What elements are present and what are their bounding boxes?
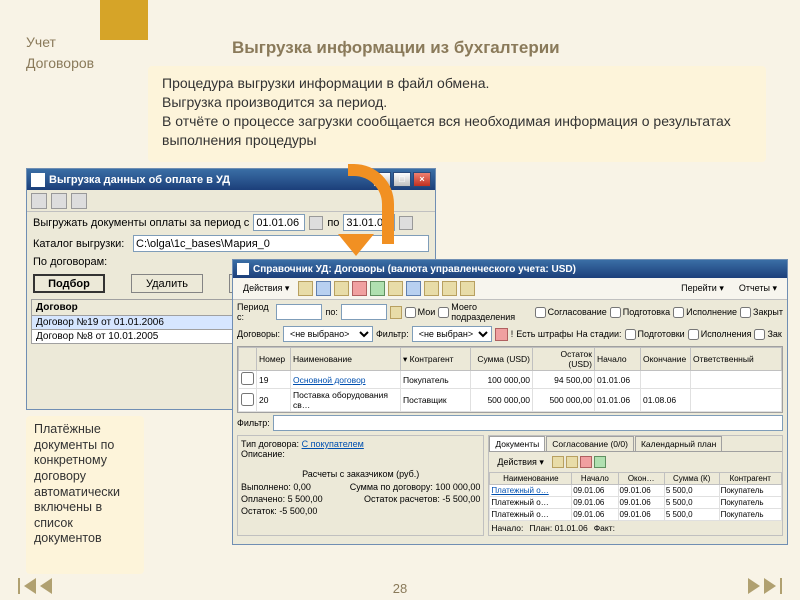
find-icon[interactable] bbox=[424, 281, 439, 296]
filter-select[interactable]: <не выбран> bbox=[412, 326, 492, 342]
prev-icon[interactable] bbox=[24, 578, 36, 594]
has-fines-label: Есть штрафы bbox=[516, 329, 573, 339]
status-fact: Факт: bbox=[594, 523, 615, 533]
chk-closed[interactable]: Закрыт bbox=[740, 307, 783, 318]
doc-actions-menu[interactable]: Действия ▾ bbox=[491, 453, 549, 471]
run-icon[interactable] bbox=[31, 193, 47, 209]
doc-row[interactable]: Платежный о…09.01.0609.01.065 500,0Покуп… bbox=[490, 509, 782, 521]
details-panel: Тип договора: С покупателем Описание: Ра… bbox=[237, 435, 484, 536]
row-checkbox[interactable] bbox=[241, 393, 254, 406]
chk-agree[interactable]: Согласование bbox=[535, 307, 607, 318]
chk-exec[interactable]: Исполнение bbox=[673, 307, 737, 318]
doc-delete-icon[interactable] bbox=[580, 456, 592, 468]
arrow-connector bbox=[348, 164, 418, 274]
doc-edit-icon[interactable] bbox=[566, 456, 578, 468]
info-icon[interactable] bbox=[460, 281, 475, 296]
type-label: Тип договора: bbox=[241, 439, 299, 449]
doc-refresh-icon[interactable] bbox=[594, 456, 606, 468]
status-start: Начало: bbox=[491, 523, 523, 533]
contract-link[interactable]: Основной договор bbox=[293, 375, 366, 385]
grid-header-row: Номер Наименование ▾ Контрагент Сумма (U… bbox=[239, 348, 782, 371]
settings-icon[interactable] bbox=[442, 281, 457, 296]
copy-icon[interactable] bbox=[316, 281, 331, 296]
export-title: Выгрузка данных об оплате в УД bbox=[49, 174, 230, 186]
new-icon[interactable] bbox=[298, 281, 313, 296]
next-icon[interactable] bbox=[748, 578, 760, 594]
period-from-input[interactable] bbox=[276, 304, 322, 320]
calendar-icon[interactable] bbox=[390, 306, 402, 319]
app-icon bbox=[237, 263, 249, 275]
chk-my[interactable]: Мои bbox=[405, 307, 436, 318]
type-link[interactable]: С покупателем bbox=[302, 439, 364, 449]
contracts-label: Договоры: bbox=[237, 329, 280, 339]
ref-titlebar: Справочник УД: Договоры (валюта управлен… bbox=[233, 260, 787, 278]
sidebar-line1: Учет bbox=[26, 32, 94, 53]
stage-close[interactable]: Зак bbox=[754, 329, 781, 340]
actions-menu[interactable]: Действия ▾ bbox=[237, 280, 295, 298]
catalog-label: Каталог выгрузки: bbox=[33, 238, 129, 250]
reports-menu[interactable]: Отчеты ▾ bbox=[733, 280, 783, 298]
sort-icon[interactable] bbox=[406, 281, 421, 296]
last-icon[interactable] bbox=[780, 578, 782, 594]
calendar-icon[interactable] bbox=[309, 216, 323, 230]
chk-prep[interactable]: Подготовка bbox=[610, 307, 670, 318]
page-title: Выгрузка информации из бухгалтерии bbox=[232, 38, 560, 58]
chk-dept[interactable]: Моего подразделения bbox=[438, 302, 531, 322]
grid-row[interactable]: 19 Основной договор Покупатель 100 000,0… bbox=[239, 371, 782, 389]
sidebar-title: Учет Договоров bbox=[26, 32, 94, 74]
refresh-icon[interactable] bbox=[370, 281, 385, 296]
filter-icon[interactable] bbox=[388, 281, 403, 296]
doc-new-icon[interactable] bbox=[552, 456, 564, 468]
ref-toolbar: Действия ▾ Перейти ▾ Отчеты ▾ bbox=[233, 278, 787, 300]
nav-fwd-group bbox=[748, 578, 782, 594]
reference-window: Справочник УД: Договоры (валюта управлен… bbox=[232, 259, 788, 545]
filter-label: Фильтр: bbox=[376, 329, 409, 339]
tab-agreement[interactable]: Согласование (0/0) bbox=[546, 436, 634, 451]
tab-documents[interactable]: Документы bbox=[489, 436, 545, 451]
desc-label: Описание: bbox=[241, 449, 480, 459]
doc-row[interactable]: Платежный о…09.01.0609.01.065 500,0Покуп… bbox=[490, 485, 782, 497]
sidebar-line2: Договоров bbox=[26, 53, 94, 74]
period-to-input[interactable] bbox=[341, 304, 387, 320]
delete-button[interactable]: Удалить bbox=[131, 274, 203, 293]
footnote-box: Платёжные документы по конкретному догов… bbox=[26, 416, 144, 574]
calc-title: Расчеты с заказчиком (руб.) bbox=[241, 467, 480, 481]
nav-back-group bbox=[18, 578, 52, 594]
separator: ! bbox=[511, 329, 514, 339]
date-from-input[interactable] bbox=[253, 214, 305, 231]
decoration-block bbox=[100, 0, 148, 40]
on-stage-label: На стадии: bbox=[576, 329, 621, 339]
clear-filter-icon[interactable] bbox=[495, 328, 508, 341]
filter2-input[interactable] bbox=[273, 415, 783, 431]
documents-panel: Документы Согласование (0/0) Календарный… bbox=[488, 435, 783, 536]
period-to-label: по: bbox=[325, 307, 337, 317]
intro-text: Процедура выгрузки информации в файл обм… bbox=[148, 66, 766, 162]
ref-title: Справочник УД: Договоры (валюта управлен… bbox=[253, 264, 576, 275]
grid-row[interactable]: 20 Поставка оборудования св… Поставщик 5… bbox=[239, 389, 782, 412]
delete-icon[interactable] bbox=[352, 281, 367, 296]
home-icon[interactable] bbox=[51, 193, 67, 209]
period-to-label: по bbox=[327, 217, 339, 229]
first-icon[interactable] bbox=[18, 578, 20, 594]
row-checkbox[interactable] bbox=[241, 372, 254, 385]
tab-calendar[interactable]: Календарный план bbox=[635, 436, 722, 451]
goto-menu[interactable]: Перейти ▾ bbox=[675, 280, 730, 298]
help-icon[interactable] bbox=[71, 193, 87, 209]
doc-row[interactable]: Платежный о…09.01.0609.01.065 500,0Покуп… bbox=[490, 497, 782, 509]
contracts-select[interactable]: <не выбрано> bbox=[283, 326, 373, 342]
period-label: Выгружать документы оплаты за период с bbox=[33, 217, 249, 229]
stage-exec[interactable]: Исполнения bbox=[688, 329, 752, 340]
page-number: 28 bbox=[393, 581, 407, 596]
edit-icon[interactable] bbox=[334, 281, 349, 296]
by-contracts-label: По договорам: bbox=[33, 256, 107, 268]
main-grid[interactable]: Номер Наименование ▾ Контрагент Сумма (U… bbox=[237, 346, 783, 413]
filter2-label: Фильтр: bbox=[237, 418, 270, 428]
app-icon bbox=[31, 173, 45, 187]
select-button[interactable]: Подбор bbox=[33, 274, 105, 293]
prev-icon[interactable] bbox=[40, 578, 52, 594]
period-from-label: Период с: bbox=[237, 302, 273, 322]
stage-prep[interactable]: Подготовки bbox=[625, 329, 685, 340]
next-icon[interactable] bbox=[764, 578, 776, 594]
